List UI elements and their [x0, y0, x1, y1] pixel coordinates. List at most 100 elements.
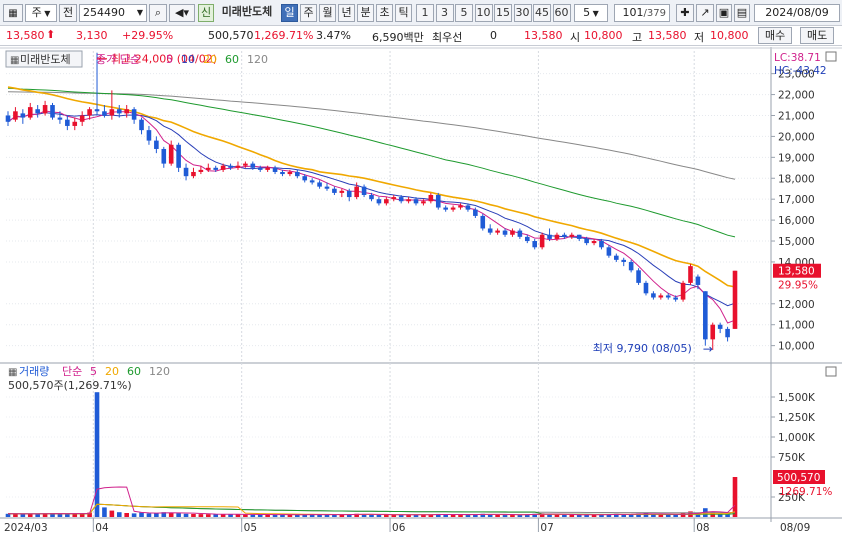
- candle-body: [257, 167, 263, 170]
- candle-body: [265, 167, 270, 170]
- date-input[interactable]: 2024/08/09: [754, 4, 840, 22]
- volume-bar: [57, 513, 63, 517]
- candle-body: [302, 176, 308, 181]
- candle-body: [502, 230, 508, 235]
- stock-chart[interactable]: 23,00022,00021,00020,00019,00018,00017,0…: [0, 47, 842, 540]
- period-tab-5[interactable]: 초: [376, 4, 393, 22]
- interval-tab-30[interactable]: 30: [513, 4, 532, 22]
- grid-icon: ▦: [10, 55, 19, 66]
- save-icon[interactable]: ▤: [734, 4, 750, 22]
- chart-area[interactable]: 23,000 22,000 21,000 20,000 19,000 18,000 17,0…: [0, 47, 842, 540]
- candle-body: [480, 215, 486, 229]
- current-price-tag: 13,580: [778, 266, 815, 278]
- volume-bar: [183, 513, 189, 517]
- draw-icon[interactable]: ↗: [696, 4, 714, 22]
- volume-bar: [213, 514, 219, 517]
- candle-body: [725, 328, 730, 338]
- low-label: 저: [694, 31, 705, 44]
- open-label: 시: [570, 31, 581, 44]
- price-tick-label: 12,000: [778, 299, 815, 311]
- volume-bar: [725, 514, 730, 517]
- price-tick-label: 19,000: [778, 152, 815, 164]
- period-tab-1[interactable]: 주: [300, 4, 317, 22]
- period-tab-6[interactable]: 틱: [395, 4, 412, 22]
- candle-body: [72, 121, 78, 126]
- interval-tab-10[interactable]: 10: [474, 4, 493, 22]
- price-tick-label: 18,000: [778, 173, 815, 185]
- search-icon[interactable]: ⌕: [149, 4, 167, 22]
- custom-interval-select[interactable]: 5 ▼: [574, 4, 608, 22]
- candle-body: [576, 234, 582, 239]
- candle-body: [361, 186, 367, 195]
- ma-legend-120: 120: [247, 53, 268, 66]
- candle-body: [643, 282, 649, 294]
- volume-bar: [562, 514, 567, 517]
- candle-body: [50, 105, 55, 118]
- candle-body: [435, 194, 441, 208]
- candle-body: [614, 255, 619, 260]
- volume-readout: 500,570주(1,269.71%): [8, 379, 132, 392]
- ma-legend-title: 종가 단순: [96, 53, 140, 66]
- volume-bar: [554, 514, 560, 517]
- volume-tick-label: 1,000K: [778, 432, 816, 444]
- interval-tab-1[interactable]: 1: [416, 4, 434, 22]
- panel-collapse-icon: [825, 366, 837, 377]
- candle-body: [710, 324, 716, 340]
- buy-button[interactable]: 매수: [758, 27, 793, 44]
- volume-bar: [391, 514, 397, 517]
- market-select[interactable]: 주 ▼: [25, 4, 57, 22]
- volume-bar: [658, 514, 664, 517]
- candle-body: [317, 182, 322, 187]
- interval-tab-3[interactable]: 3: [435, 4, 454, 22]
- prev-button[interactable]: 전: [59, 4, 77, 22]
- candle-body: [688, 266, 693, 283]
- period-tab-3[interactable]: 년: [338, 4, 355, 22]
- ma-legend-60: 60: [225, 53, 239, 66]
- hc-label: HC:-43.42: [774, 65, 827, 77]
- price-tick-label: 22,000: [778, 90, 815, 102]
- volume-bar: [154, 513, 159, 517]
- current-price: 13,580: [6, 29, 45, 42]
- period-tab-0[interactable]: 일: [281, 4, 298, 22]
- candle-body: [176, 144, 181, 168]
- volume-legend-title: 거래량: [19, 365, 49, 378]
- interval-tab-45[interactable]: 45: [533, 4, 551, 22]
- interval-tab-5[interactable]: 5: [455, 4, 473, 22]
- stock-code-input[interactable]: 254490 ▼: [79, 4, 147, 22]
- period-tab-4[interactable]: 분: [357, 4, 374, 22]
- price-tick-label: 16,000: [778, 215, 815, 227]
- candle-body: [651, 293, 656, 298]
- price-tick-label: 11,000: [778, 320, 815, 332]
- period-tab-2[interactable]: 월: [319, 4, 336, 22]
- candle-body: [79, 115, 85, 122]
- candle-body: [413, 199, 419, 204]
- candle-body: [339, 190, 345, 193]
- lock-icon[interactable]: ▣: [716, 4, 732, 22]
- volume-legend-20: 20: [105, 365, 119, 378]
- volume-bar: [205, 514, 211, 517]
- candle-body: [332, 188, 337, 193]
- candle-body: [443, 207, 448, 210]
- speaker-icon[interactable]: ◀▾: [169, 4, 195, 22]
- volume-bar: [510, 514, 515, 517]
- candle-body: [562, 234, 567, 237]
- candle-body: [703, 291, 708, 340]
- candle-body: [243, 163, 248, 166]
- interval-tab-60[interactable]: 60: [552, 4, 571, 22]
- stock-name-tag: 미래반도체: [20, 53, 71, 66]
- ma-legend-20: 20: [203, 53, 217, 66]
- x-tick-label: 05: [244, 522, 257, 534]
- candle-body: [680, 282, 686, 300]
- crosshair-icon[interactable]: ✚: [676, 4, 694, 22]
- current-volume-tag: 500,570: [777, 472, 820, 484]
- price-tick-label: 10,000: [778, 341, 815, 353]
- candle-body: [42, 105, 48, 114]
- candle-body: [606, 247, 612, 256]
- toolbar: ▦ 주 ▼ 전 254490 ▼ ⌕ ◀▾ 신 미래반도체 5 ▼ 101/37…: [0, 0, 842, 26]
- sell-button[interactable]: 매도: [800, 27, 835, 44]
- x-tick-label: 04: [95, 522, 109, 534]
- interval-tab-15[interactable]: 15: [494, 4, 512, 22]
- chart-type-icon[interactable]: ▦: [3, 4, 23, 22]
- volume-bar: [102, 507, 107, 517]
- volume-bar: [250, 514, 256, 517]
